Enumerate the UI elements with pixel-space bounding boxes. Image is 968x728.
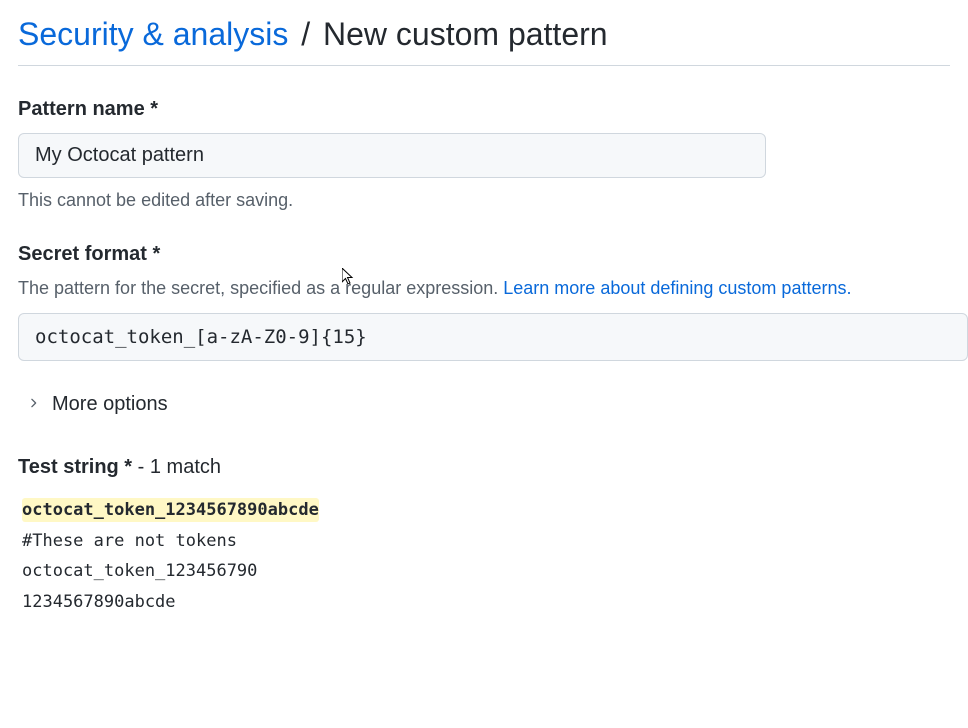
secret-format-help: The pattern for the secret, specified as… bbox=[18, 278, 950, 299]
matched-text: octocat_token_1234567890abcde bbox=[22, 498, 319, 522]
more-options-label: More options bbox=[52, 393, 168, 416]
breadcrumb: Security & analysis / New custom pattern bbox=[18, 16, 950, 66]
test-string-label: Test string * - 1 match bbox=[18, 456, 950, 479]
learn-more-link[interactable]: Learn more about defining custom pattern… bbox=[503, 278, 851, 298]
chevron-right-icon bbox=[26, 393, 40, 416]
breadcrumb-current: New custom pattern bbox=[323, 16, 608, 52]
secret-format-group: Secret format * The pattern for the secr… bbox=[18, 243, 950, 361]
test-line: octocat_token_1234567890abcde bbox=[22, 495, 950, 526]
pattern-name-group: Pattern name * This cannot be edited aft… bbox=[18, 98, 950, 211]
secret-format-input[interactable] bbox=[18, 313, 968, 361]
secret-format-label: Secret format * bbox=[18, 243, 950, 266]
test-string-label-text: Test string * bbox=[18, 456, 132, 478]
secret-format-help-text: The pattern for the secret, specified as… bbox=[18, 278, 503, 298]
breadcrumb-separator: / bbox=[301, 16, 310, 52]
pattern-name-input[interactable] bbox=[18, 133, 766, 178]
pattern-name-help: This cannot be edited after saving. bbox=[18, 190, 950, 211]
breadcrumb-link-security[interactable]: Security & analysis bbox=[18, 16, 288, 52]
more-options-toggle[interactable]: More options bbox=[18, 393, 950, 416]
test-string-area[interactable]: octocat_token_1234567890abcde #These are … bbox=[18, 495, 950, 617]
pattern-name-label: Pattern name * bbox=[18, 98, 950, 121]
test-string-section: Test string * - 1 match octocat_token_12… bbox=[18, 456, 950, 617]
test-line: #These are not tokens bbox=[22, 526, 950, 557]
test-string-match-count: - 1 match bbox=[132, 456, 221, 478]
test-line: octocat_token_123456790 bbox=[22, 556, 950, 587]
test-line: 1234567890abcde bbox=[22, 587, 950, 618]
